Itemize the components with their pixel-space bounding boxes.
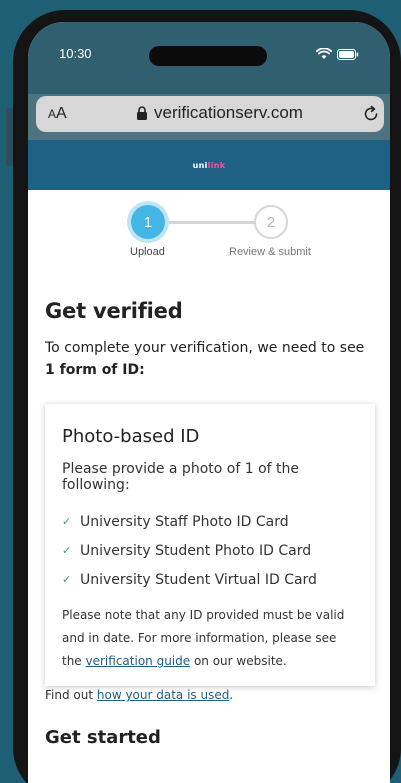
verification-guide-link[interactable]: verification guide <box>86 654 191 668</box>
intro-text: To complete your verification, we need t… <box>45 340 365 378</box>
site-header: unilink <box>28 140 390 190</box>
step-2-indicator: 2 <box>254 205 288 239</box>
progress-stepper: 1 2 Upload Review & submit <box>28 204 390 264</box>
id-options-list: ✓ University Staff Photo ID Card ✓ Univers… <box>62 507 358 594</box>
get-started-heading: Get started <box>45 727 161 748</box>
step-1-label: Upload <box>130 246 165 258</box>
phone-screen: 10:30 AA verificationserv.com unilink 1 … <box>28 22 390 783</box>
page-title: Get verified <box>45 299 183 323</box>
list-item: ✓ University Staff Photo ID Card <box>62 513 289 530</box>
url-text[interactable]: verificationserv.com <box>154 103 303 123</box>
check-icon: ✓ <box>62 544 72 557</box>
reader-text-size-button[interactable]: AA <box>48 105 67 123</box>
data-usage-link[interactable]: how your data is used <box>97 688 229 702</box>
list-item: ✓ University Student Photo ID Card <box>62 542 312 559</box>
battery-icon <box>337 49 359 60</box>
card-subtitle: Please provide a photo of 1 of the follo… <box>62 461 299 493</box>
card-title: Photo-based ID <box>62 426 200 447</box>
dynamic-island <box>149 46 267 66</box>
list-item: ✓ University Student Virtual ID Card <box>62 571 317 588</box>
status-bar: 10:30 <box>28 22 390 94</box>
lock-icon <box>137 106 147 120</box>
check-icon: ✓ <box>62 515 72 528</box>
status-time: 10:30 <box>59 46 92 61</box>
address-bar[interactable]: AA verificationserv.com <box>36 96 384 132</box>
data-usage-text: Find out how your data is used. <box>45 688 234 702</box>
wifi-icon <box>316 48 332 59</box>
photo-id-card: Photo-based ID Please provide a photo of… <box>45 404 375 686</box>
main-content: Get verified To complete your verificati… <box>45 299 375 381</box>
check-icon: ✓ <box>62 573 72 586</box>
reload-icon[interactable] <box>362 105 380 123</box>
step-1-indicator: 1 <box>131 205 165 239</box>
browser-toolbar: AA verificationserv.com <box>28 94 390 140</box>
validity-note: Please note that any ID provided must be… <box>62 608 345 668</box>
step-2-label: Review & submit <box>229 246 311 258</box>
brand-logo[interactable]: unilink <box>193 161 226 170</box>
stepper-connector <box>161 221 255 224</box>
